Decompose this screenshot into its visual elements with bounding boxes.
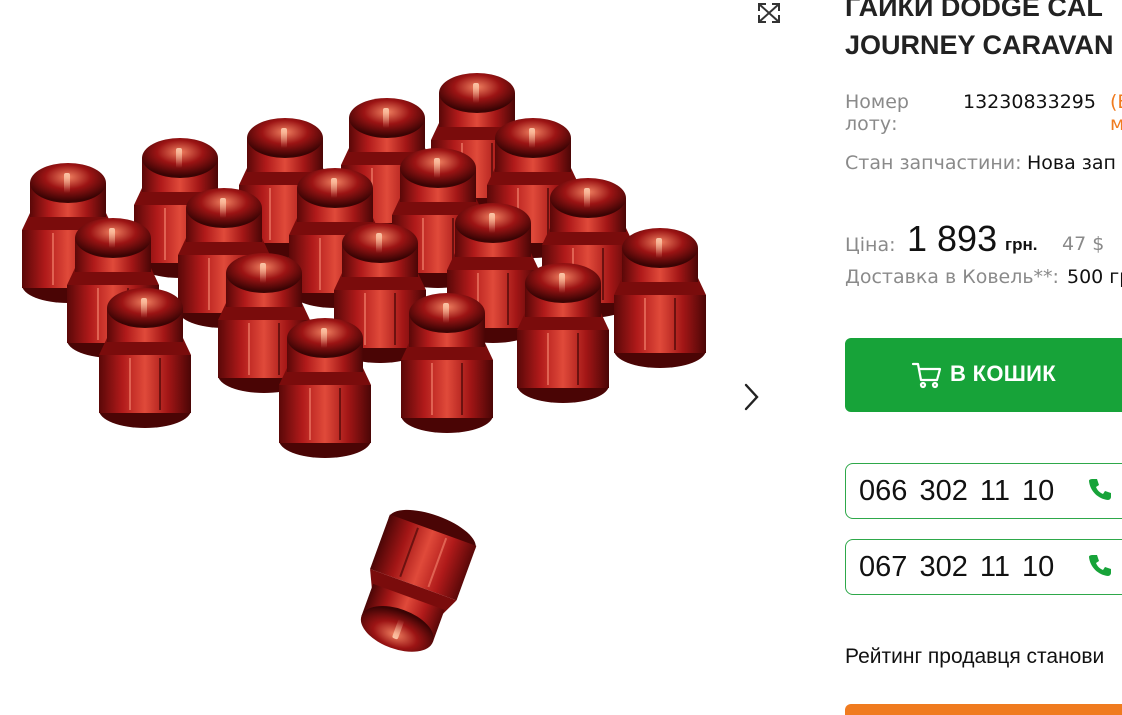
lot-number-label: Номер лоту: (845, 91, 909, 135)
phone-number-2: 067 302 11 10 (859, 551, 1055, 583)
lot-number-value: 13230833295 (963, 91, 1096, 113)
price-currency: грн. (1005, 235, 1038, 254)
delivery-label: Доставка в Ковель**: (845, 266, 1059, 288)
price-value: 1 893 (907, 218, 998, 259)
price-label: Ціна: (845, 234, 896, 256)
product-gallery (0, 0, 800, 715)
price-usd: 47 $ (1062, 233, 1105, 255)
condition-value: Нова зап (1027, 152, 1116, 174)
phone-icon (1089, 479, 1111, 500)
seller-rating-text: Рейтинг продавця станови (845, 645, 1105, 668)
condition-label: Стан запчастини: (845, 152, 1022, 174)
chevron-right-icon[interactable] (738, 380, 764, 414)
orange-action-bar[interactable] (845, 704, 1122, 715)
phone-icon (1089, 555, 1111, 576)
delivery-value: 500 гр (1067, 266, 1122, 288)
cart-icon (911, 362, 942, 389)
product-photo[interactable] (0, 60, 740, 715)
phone-number-1: 066 302 11 10 (859, 475, 1055, 507)
lot-extra[interactable]: (В (1110, 91, 1122, 113)
phone-button-1[interactable]: 066 302 11 10 (845, 463, 1122, 519)
lot-extra-2: м (1110, 113, 1122, 135)
add-to-cart-button[interactable]: В КОШИК (845, 338, 1122, 412)
product-info-panel: ГАЙКИ DODGE CAL JOURNEY CARAVAN Номер ло… (845, 0, 1122, 715)
phone-button-2[interactable]: 067 302 11 10 (845, 539, 1122, 595)
title-line-2: JOURNEY CARAVAN (845, 30, 1114, 60)
expand-icon[interactable] (754, 0, 784, 26)
product-title: ГАЙКИ DODGE CAL JOURNEY CARAVAN (845, 0, 1122, 64)
cart-button-label: В КОШИК (950, 361, 1056, 386)
title-line-1: ГАЙКИ DODGE CAL (845, 0, 1103, 22)
